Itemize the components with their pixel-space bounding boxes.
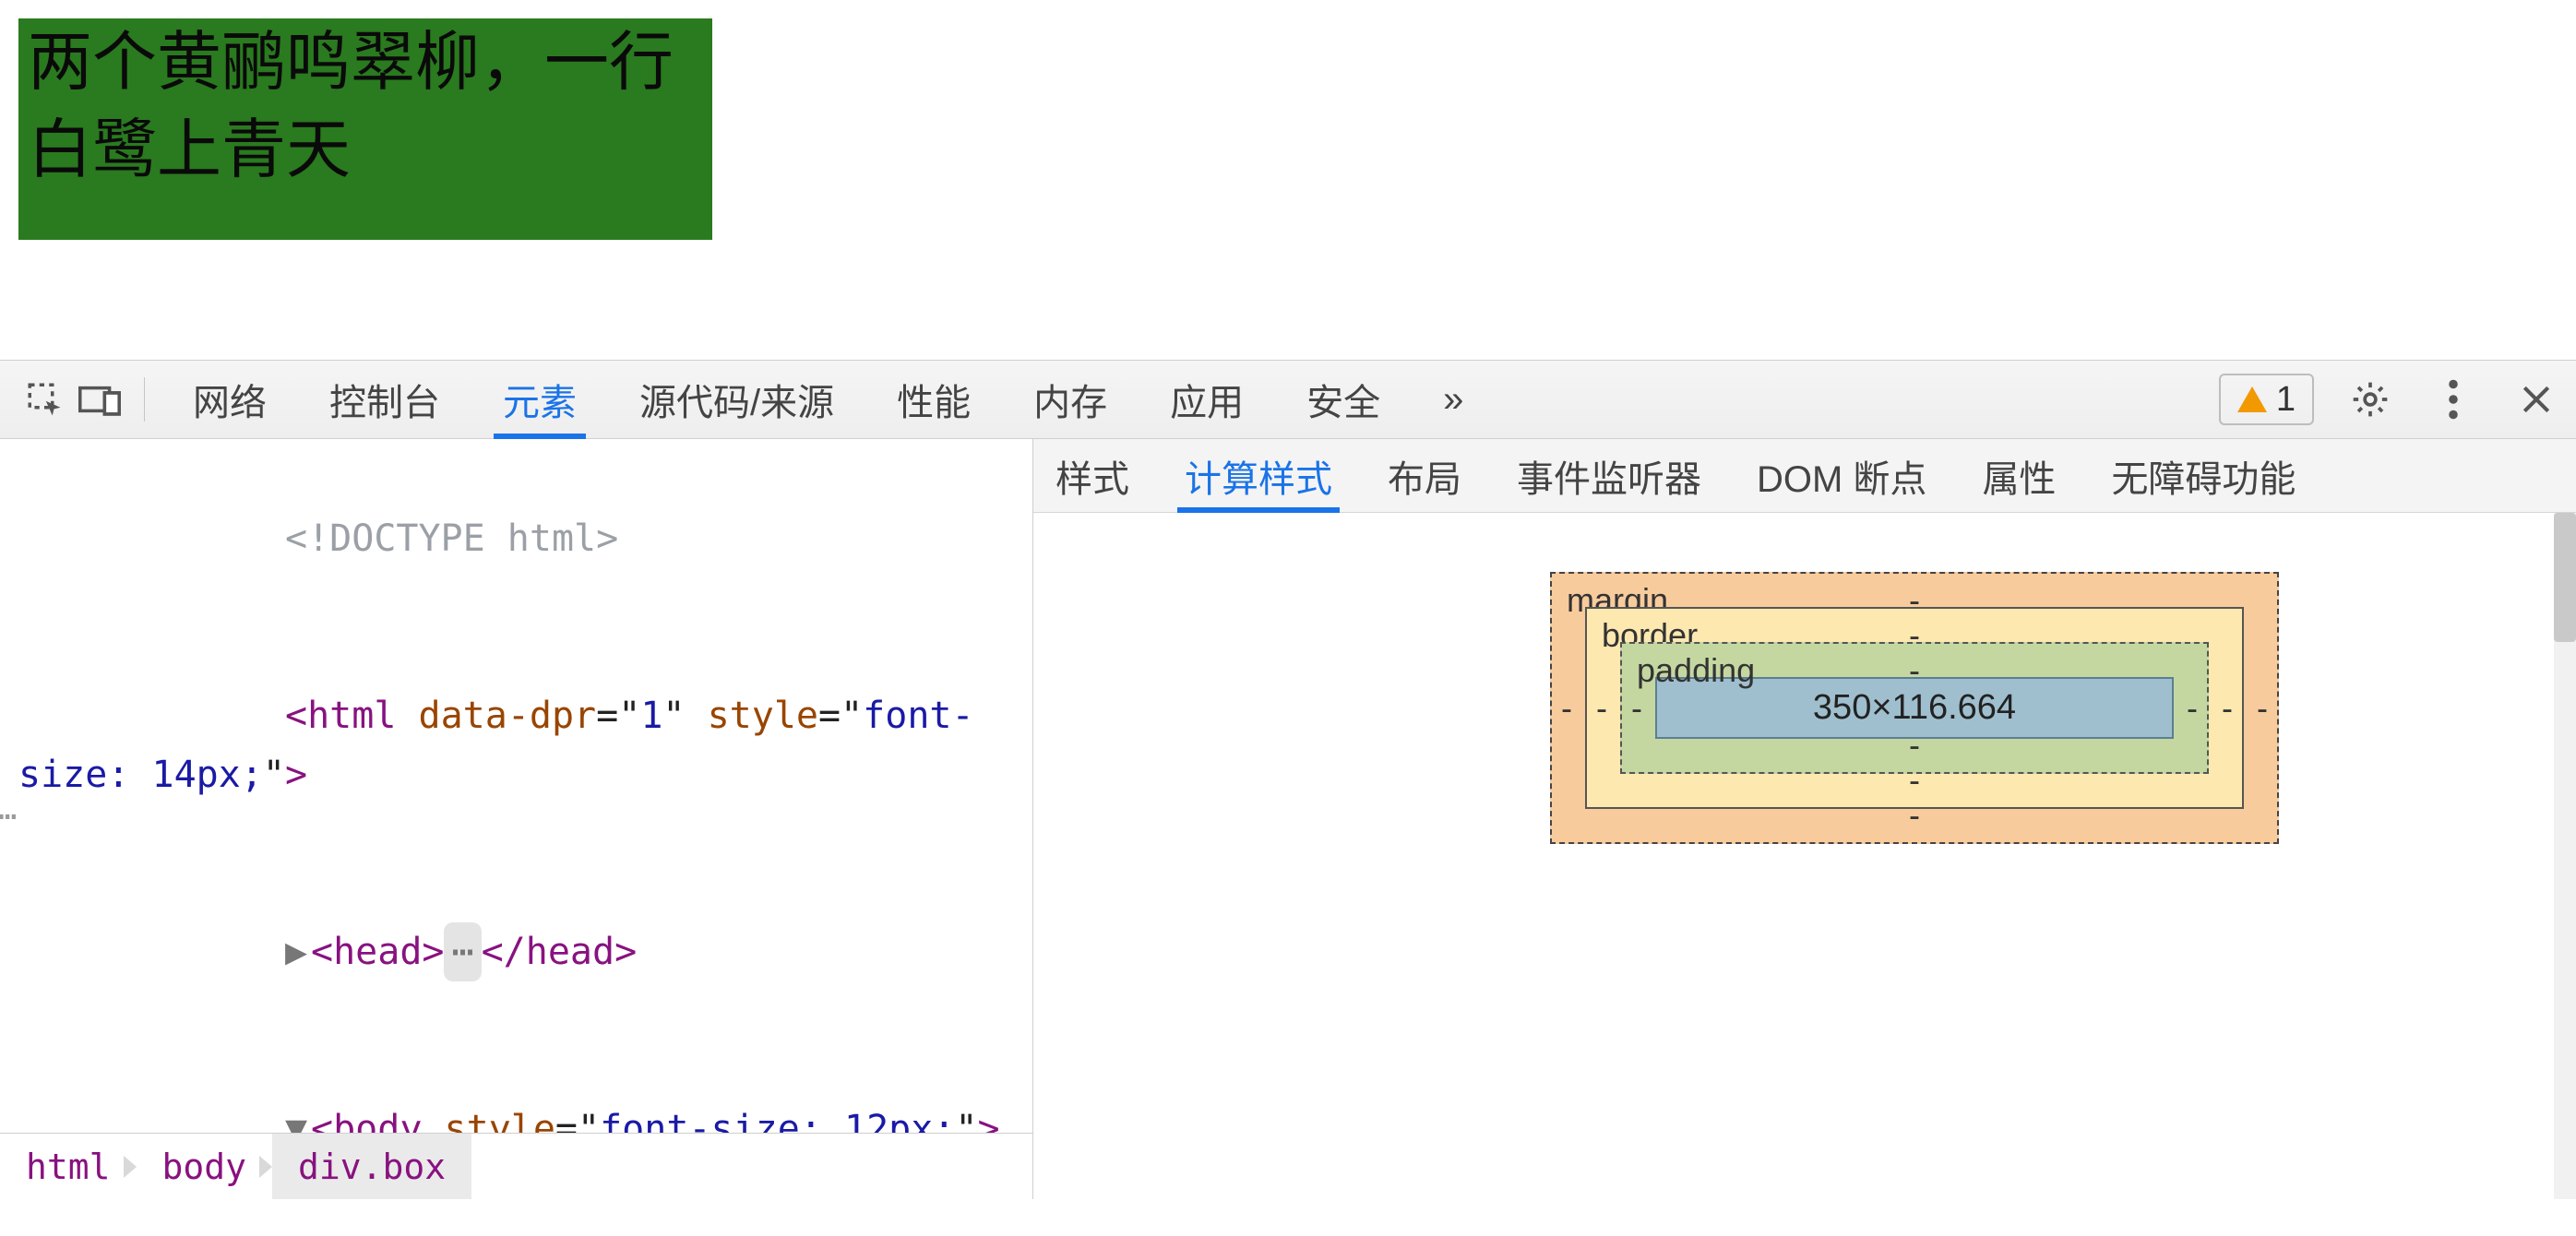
scroll-thumb[interactable]	[2554, 513, 2576, 642]
stab-styles[interactable]: 样式	[1048, 439, 1137, 513]
tab-security[interactable]: 安全	[1275, 360, 1412, 439]
tab-performance[interactable]: 性能	[865, 360, 1002, 439]
gutter-ellipsis-icon: ⋯	[0, 791, 17, 841]
warning-icon	[2237, 386, 2267, 412]
dom-line-html-open[interactable]: <html data-dpr="1" style="font-size: 14p…	[4, 627, 1032, 863]
stab-properties[interactable]: 属性	[1974, 439, 2063, 513]
crumb-div-box[interactable]: div.box	[272, 1134, 471, 1199]
devtools: 网络 控制台 元素 源代码/来源 性能 内存 应用 安全 » 1	[0, 360, 2576, 1199]
box-model[interactable]: margin - - - - border - - - -	[1550, 572, 2279, 844]
warning-count: 1	[2276, 380, 2296, 420]
bm-margin[interactable]: margin - - - - border - - - -	[1550, 572, 2279, 844]
crumb-html[interactable]: html	[0, 1134, 137, 1199]
toolbar-separator	[144, 377, 145, 422]
dom-tree[interactable]: ⋯ <!DOCTYPE html> <html data-dpr="1" sty…	[0, 439, 1032, 1133]
stab-dom-breakpoints[interactable]: DOM 断点	[1749, 439, 1934, 513]
close-icon[interactable]	[2513, 376, 2559, 422]
inspect-icon[interactable]	[17, 372, 72, 427]
stab-listeners[interactable]: 事件监听器	[1509, 439, 1709, 513]
dom-line-doctype[interactable]: <!DOCTYPE html>	[4, 450, 1032, 627]
computed-body: margin - - - - border - - - -	[1033, 513, 2576, 1199]
bm-padding[interactable]: padding - - - - 350×116.664	[1620, 642, 2209, 774]
collapsed-ellipsis-icon[interactable]: ⋯	[444, 922, 481, 981]
tab-application[interactable]: 应用	[1139, 360, 1275, 439]
stab-computed[interactable]: 计算样式	[1177, 439, 1340, 513]
bm-border[interactable]: border - - - - padding - - -	[1585, 607, 2244, 809]
crumb-body[interactable]: body	[137, 1134, 273, 1199]
devtools-toolbar: 网络 控制台 元素 源代码/来源 性能 内存 应用 安全 » 1	[0, 360, 2576, 439]
styles-panel: 样式 计算样式 布局 事件监听器 DOM 断点 属性 无障碍功能 margin	[1033, 439, 2576, 1199]
tab-console[interactable]: 控制台	[298, 360, 471, 439]
rendered-box: 两个黄鹂鸣翠柳，一行白鹭上青天	[18, 18, 712, 240]
tab-sources[interactable]: 源代码/来源	[608, 360, 865, 439]
tab-overflow[interactable]: »	[1412, 360, 1495, 439]
stab-layout[interactable]: 布局	[1380, 439, 1469, 513]
rendered-box-text: 两个黄鹂鸣翠柳，一行白鹭上青天	[28, 26, 674, 185]
tab-memory[interactable]: 内存	[1002, 360, 1139, 439]
gear-icon[interactable]	[2347, 376, 2393, 422]
tab-elements[interactable]: 元素	[471, 360, 608, 439]
breadcrumb: html body div.box	[0, 1133, 1032, 1199]
elements-dom-panel: ⋯ <!DOCTYPE html> <html data-dpr="1" sty…	[0, 439, 1033, 1199]
device-toggle-icon[interactable]	[72, 372, 127, 427]
warnings-badge[interactable]: 1	[2219, 374, 2314, 425]
stab-accessibility[interactable]: 无障碍功能	[2104, 439, 2303, 513]
scrollbar[interactable]	[2554, 513, 2576, 1199]
kebab-menu-icon[interactable]	[2430, 376, 2476, 422]
expand-arrow-icon[interactable]: ▶	[285, 922, 311, 981]
dom-line-body-open[interactable]: ▼<body style="font-size: 12px;">	[4, 1040, 1032, 1133]
tab-network[interactable]: 网络	[161, 360, 298, 439]
styles-tabbar: 样式 计算样式 布局 事件监听器 DOM 断点 属性 无障碍功能	[1033, 439, 2576, 513]
dom-line-head[interactable]: ▶<head>⋯</head>	[4, 863, 1032, 1040]
collapse-arrow-icon[interactable]: ▼	[285, 1099, 311, 1133]
